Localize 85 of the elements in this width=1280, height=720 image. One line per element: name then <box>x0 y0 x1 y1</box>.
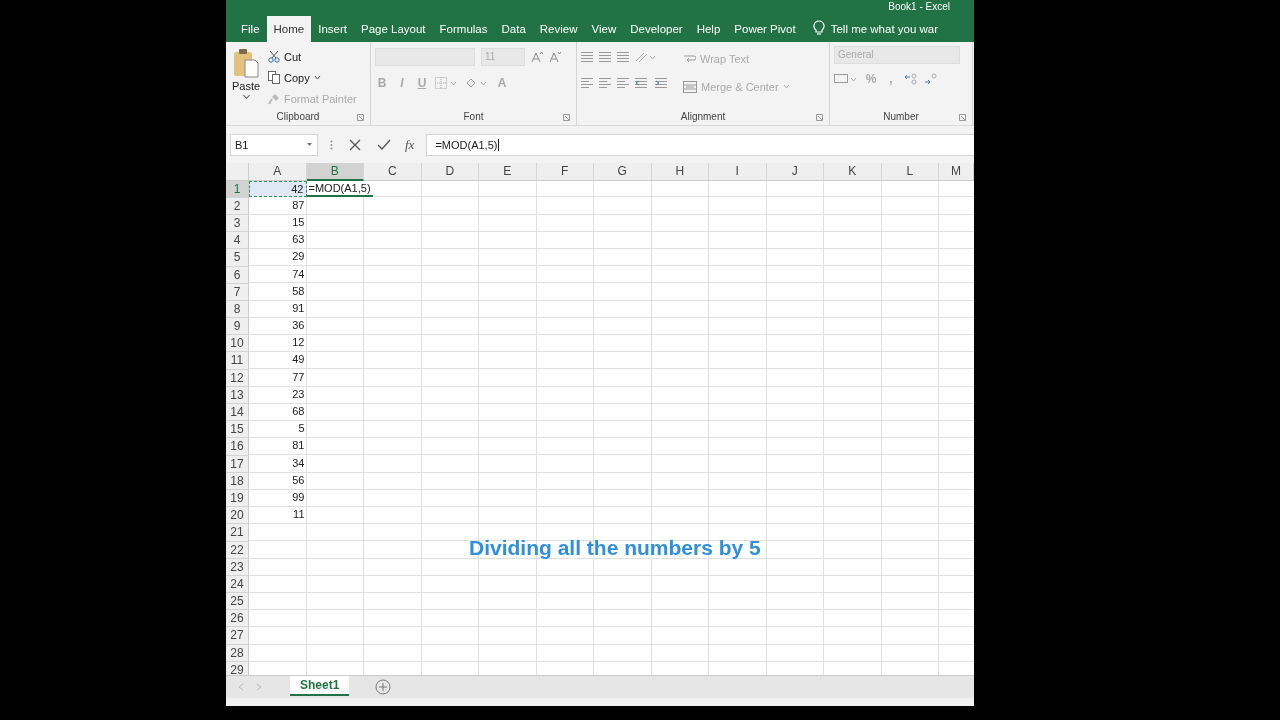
ribbon-tab[interactable]: Data <box>494 15 533 42</box>
table-cell-text: 56 <box>291 472 306 488</box>
ribbon-tab[interactable]: Insert <box>311 15 354 42</box>
paste-button[interactable]: Paste <box>230 45 262 98</box>
ribbon-tab[interactable]: File <box>234 15 267 42</box>
group-label: Font <box>463 111 484 123</box>
caret-icon[interactable] <box>313 75 321 81</box>
row-header[interactable]: 11 <box>226 352 249 370</box>
column-header[interactable]: C <box>364 163 422 181</box>
column-header[interactable]: M <box>939 163 974 181</box>
name-box[interactable]: B1 <box>230 133 318 156</box>
column-header[interactable]: I <box>709 163 767 181</box>
row-header[interactable]: 5 <box>226 249 249 267</box>
column-header[interactable]: K <box>824 163 882 181</box>
group-label: Number <box>883 111 919 123</box>
table-cell-text: 23 <box>291 386 306 402</box>
ribbon-tab[interactable]: Power Pivot <box>727 15 803 42</box>
column-header[interactable]: L <box>881 163 939 181</box>
row-header[interactable]: 10 <box>226 335 249 353</box>
table-cell-text: 49 <box>291 352 306 368</box>
ribbon-tab[interactable]: Help <box>689 15 728 42</box>
ribbon-tab[interactable]: Developer <box>623 15 690 42</box>
row-header[interactable]: 21 <box>226 524 249 542</box>
window-title: Book1 - Excel <box>888 0 950 13</box>
column-header[interactable]: E <box>479 163 537 181</box>
check-icon[interactable] <box>377 138 391 151</box>
ribbon-tab[interactable]: Review <box>532 15 585 42</box>
launcher-icon[interactable] <box>357 113 364 121</box>
insert-function-button[interactable]: fx <box>405 136 415 153</box>
table-cell-text: 99 <box>291 489 306 505</box>
table-cell-text: 81 <box>291 438 306 454</box>
next-sheet-icon[interactable] <box>256 683 262 692</box>
add-sheet-icon[interactable] <box>375 679 392 696</box>
table-cell-text: 87 <box>291 197 306 213</box>
previous-sheet-icon[interactable] <box>238 683 244 692</box>
row-header[interactable]: 20 <box>226 507 249 525</box>
row-header[interactable]: 25 <box>226 593 249 611</box>
ribbon-tab[interactable]: View <box>584 15 624 42</box>
table-cell-text: 34 <box>291 455 306 471</box>
row-header[interactable]: 4 <box>226 232 249 250</box>
row-header[interactable]: 14 <box>226 404 249 422</box>
cancel-icon[interactable] <box>349 138 361 151</box>
table-cell-text: 74 <box>291 266 306 282</box>
table-cell-text: 11 <box>292 507 306 523</box>
formula-field[interactable]: =MOD(A1,5) <box>426 133 974 156</box>
row-header[interactable]: 27 <box>226 627 249 645</box>
column-header[interactable]: F <box>536 163 594 181</box>
table-cell-text: 29 <box>291 249 306 265</box>
table-cell-text: 91 <box>291 300 306 316</box>
ribbon-tab[interactable]: Formulas <box>432 15 495 42</box>
table-cell-text: 5 <box>297 421 306 437</box>
row-header[interactable]: 16 <box>226 438 249 456</box>
copy-icon[interactable] <box>268 71 280 85</box>
select-all-button[interactable] <box>226 163 249 181</box>
ribbon-tab[interactable]: Home <box>266 15 312 42</box>
group-label: Clipboard <box>276 111 320 123</box>
search-field[interactable]: Tell me what you war <box>830 15 939 42</box>
caret-icon[interactable] <box>306 142 313 148</box>
text-cursor <box>498 138 500 151</box>
column-header[interactable]: A <box>249 163 307 181</box>
table-cell-text: 77 <box>291 369 306 385</box>
group-label: Alignment <box>680 111 726 123</box>
table-cell-text: 63 <box>291 232 306 248</box>
lightbulb-icon[interactable] <box>812 19 825 36</box>
scissors-icon[interactable] <box>268 50 280 64</box>
row-header[interactable]: 26 <box>226 610 249 628</box>
table-cell-text: 68 <box>291 404 306 419</box>
column-header[interactable]: B <box>306 163 364 181</box>
copy-button[interactable]: Copy <box>268 68 357 87</box>
table-cell-text: 36 <box>291 318 306 334</box>
row-header[interactable]: 9 <box>226 318 249 336</box>
table-cell-text: 15 <box>291 214 306 230</box>
column-header[interactable]: D <box>421 163 479 181</box>
ribbon-tab[interactable]: Page Layout <box>354 15 433 42</box>
row-header[interactable]: 15 <box>226 421 249 439</box>
clipboard-icon[interactable] <box>233 47 259 78</box>
table-cell-text: 12 <box>291 335 306 351</box>
cut-button[interactable]: Cut <box>268 47 357 66</box>
column-header[interactable]: J <box>766 163 824 181</box>
table-cell-text: 58 <box>291 283 306 299</box>
column-header[interactable]: H <box>651 163 709 181</box>
grip-icon[interactable] <box>330 139 333 150</box>
column-header[interactable]: G <box>594 163 652 181</box>
caption-text: Dividing all the numbers by 5 <box>469 536 761 560</box>
sheet-tab[interactable]: Sheet1 <box>290 676 350 697</box>
